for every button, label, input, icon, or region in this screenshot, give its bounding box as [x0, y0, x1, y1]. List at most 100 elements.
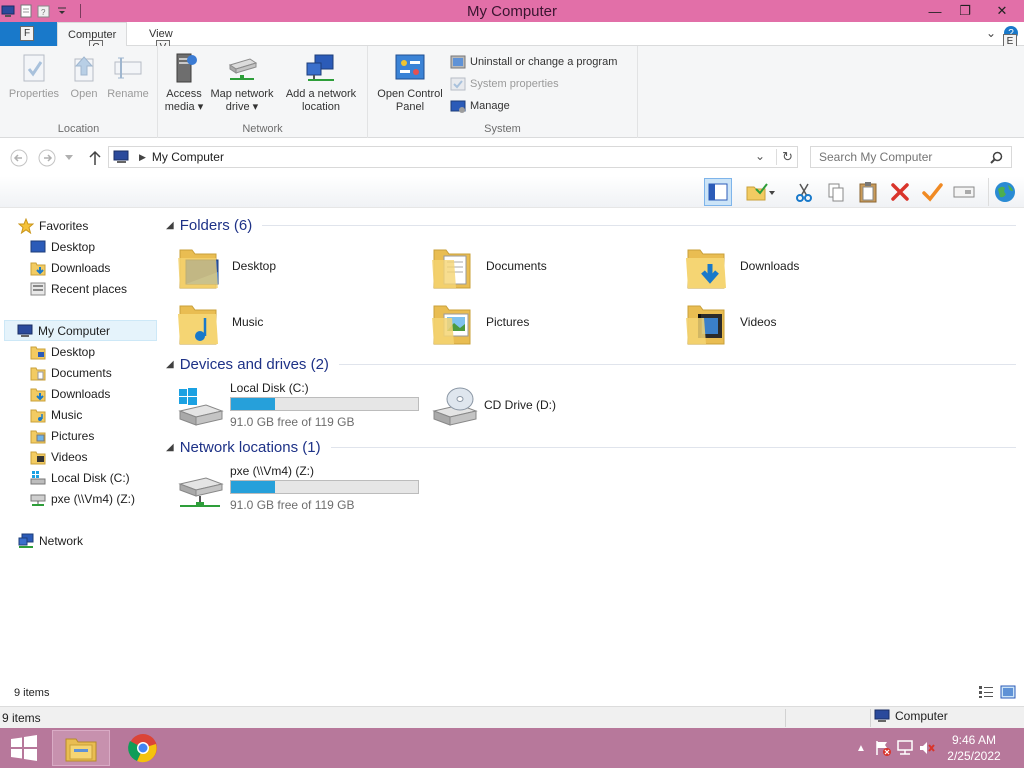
paste-button[interactable] — [854, 178, 882, 206]
folder-downloads[interactable]: Downloads — [684, 240, 914, 292]
access-media-label-2: media ▾ — [164, 101, 204, 113]
checkmark-icon — [922, 183, 943, 202]
desktop-folder-icon — [30, 344, 46, 360]
manage-label: Manage — [470, 100, 510, 112]
ribbon: Properties Open Rename Location Access m… — [0, 46, 1024, 138]
delete-x-icon — [891, 183, 909, 201]
pictures-folder-icon — [430, 298, 474, 346]
nav-my-computer[interactable]: My Computer — [4, 320, 157, 341]
start-button[interactable] — [0, 730, 48, 766]
drive-cd[interactable]: CD Drive (D:) — [430, 377, 680, 433]
folder-options-button[interactable] — [742, 178, 778, 206]
address-path[interactable]: My Computer — [152, 150, 224, 164]
delete-button[interactable] — [886, 178, 914, 206]
taskbar-chrome[interactable] — [114, 730, 172, 766]
action-center-icon[interactable] — [872, 737, 894, 759]
folder-music[interactable]: Music — [176, 296, 406, 348]
minimize-button[interactable]: — — [920, 0, 950, 22]
map-network-drive-button[interactable]: Map network drive ▾ — [208, 52, 276, 114]
folders-group-header[interactable]: ◢ Folders (6) — [166, 214, 1016, 236]
paste-icon — [859, 182, 877, 203]
nav-music[interactable]: Music — [30, 404, 82, 425]
apply-button[interactable] — [918, 178, 946, 206]
media-server-icon — [168, 52, 200, 84]
up-button[interactable] — [85, 148, 105, 168]
network-group-header[interactable]: ◢ Network locations (1) — [166, 436, 1016, 458]
manage-icon — [450, 100, 466, 113]
system-properties-button[interactable]: System properties — [450, 74, 559, 94]
network-status-icon[interactable] — [894, 737, 916, 759]
folder-pictures[interactable]: Pictures — [430, 296, 660, 348]
close-button[interactable]: ✕ — [980, 0, 1024, 22]
nav-pictures[interactable]: Pictures — [30, 425, 94, 446]
folder-videos[interactable]: Videos — [684, 296, 914, 348]
nav-desktop-label: Desktop — [51, 344, 96, 359]
globe-button[interactable] — [988, 178, 1020, 206]
properties-button[interactable]: Properties — [6, 52, 62, 101]
taskbar-file-explorer[interactable] — [52, 730, 110, 766]
desktop-folder-icon — [176, 242, 220, 290]
system-group-label: System — [484, 123, 521, 135]
large-icons-view-icon[interactable] — [1000, 685, 1016, 702]
clock-time: 9:46 AM — [951, 733, 997, 747]
window-controls: — ❐ ✕ — [920, 0, 1024, 22]
nav-local-disk[interactable]: Local Disk (C:) — [30, 467, 130, 488]
file-tab[interactable]: F — [0, 22, 57, 46]
search-input[interactable] — [810, 146, 1012, 168]
system-properties-label: System properties — [470, 78, 559, 90]
preview-pane-button[interactable] — [704, 178, 732, 206]
network-drive-pxe[interactable]: pxe (\\Vm4) (Z:) 91.0 GB free of 119 GB — [176, 460, 426, 516]
breadcrumb-chevron-icon[interactable]: ▶ — [139, 152, 146, 163]
nav-desktop[interactable]: Desktop — [30, 341, 95, 362]
nav-videos[interactable]: Videos — [30, 446, 87, 467]
taskbar: ▲ 9:46 AM 2/25/2022 — [0, 728, 1024, 768]
videos-folder-icon — [30, 449, 46, 465]
clock-date: 2/25/2022 — [947, 749, 1001, 763]
drive-local-disk[interactable]: Local Disk (C:) 91.0 GB free of 119 GB — [176, 377, 426, 433]
network-location-icon — [305, 52, 337, 84]
back-arrow-icon — [10, 149, 28, 167]
clock[interactable]: 9:46 AM 2/25/2022 — [938, 732, 1010, 764]
access-media-button[interactable]: Access media ▾ — [162, 52, 206, 114]
folder-documents[interactable]: Documents — [430, 240, 660, 292]
show-hidden-icons-button[interactable]: ▲ — [850, 737, 872, 759]
nav-network[interactable]: Network — [18, 530, 83, 551]
uninstall-program-button[interactable]: Uninstall or change a program — [450, 52, 617, 72]
expand-ribbon-icon[interactable]: ⌄ — [986, 26, 996, 40]
cut-button[interactable] — [790, 178, 818, 206]
recent-locations-button[interactable] — [62, 148, 76, 168]
nav-recent-places[interactable]: Recent places — [30, 278, 127, 299]
details-view-icon[interactable] — [978, 685, 994, 702]
nav-documents[interactable]: Documents — [30, 362, 112, 383]
downloads-folder-icon — [30, 260, 46, 276]
nav-downloads[interactable]: Downloads — [30, 383, 110, 404]
add-network-location-button[interactable]: Add a network location — [280, 52, 362, 114]
devices-group-header[interactable]: ◢ Devices and drives (2) — [166, 353, 1016, 375]
folder-desktop-label: Desktop — [232, 259, 277, 273]
manage-button[interactable]: Manage — [450, 96, 510, 116]
address-bar[interactable]: ▶ My Computer ⌄ ↻ — [108, 146, 798, 168]
address-dropdown-icon[interactable]: ⌄ — [755, 149, 765, 163]
maximize-button[interactable]: ❐ — [950, 0, 980, 22]
nav-fav-downloads[interactable]: Downloads — [30, 257, 110, 278]
folder-documents-label: Documents — [486, 259, 547, 273]
system-properties-icon — [450, 77, 466, 91]
refresh-icon[interactable]: ↻ — [782, 149, 793, 165]
system-tray: ▲ 9:46 AM 2/25/2022 — [850, 728, 1024, 768]
folder-desktop[interactable]: Desktop — [176, 240, 406, 292]
open-button[interactable]: Open — [66, 52, 102, 101]
volume-muted-icon[interactable] — [916, 737, 938, 759]
nav-favorites[interactable]: Favorites — [18, 215, 88, 236]
rename-toolbar-button[interactable] — [950, 178, 978, 206]
videos-folder-icon — [684, 298, 728, 346]
rename-button[interactable]: Rename — [104, 52, 152, 101]
nav-network-label: Network — [39, 533, 84, 548]
content-pane: ◢ Folders (6) Desktop Documents Download… — [162, 210, 1024, 680]
open-control-panel-button[interactable]: Open Control Panel — [372, 52, 448, 114]
nav-fav-desktop[interactable]: Desktop — [30, 236, 95, 257]
copy-button[interactable] — [822, 178, 850, 206]
back-button[interactable] — [9, 148, 29, 168]
forward-button[interactable] — [37, 148, 57, 168]
nav-pxe-drive[interactable]: pxe (\\Vm4) (Z:) — [30, 488, 135, 509]
search-icon[interactable] — [990, 151, 1003, 167]
